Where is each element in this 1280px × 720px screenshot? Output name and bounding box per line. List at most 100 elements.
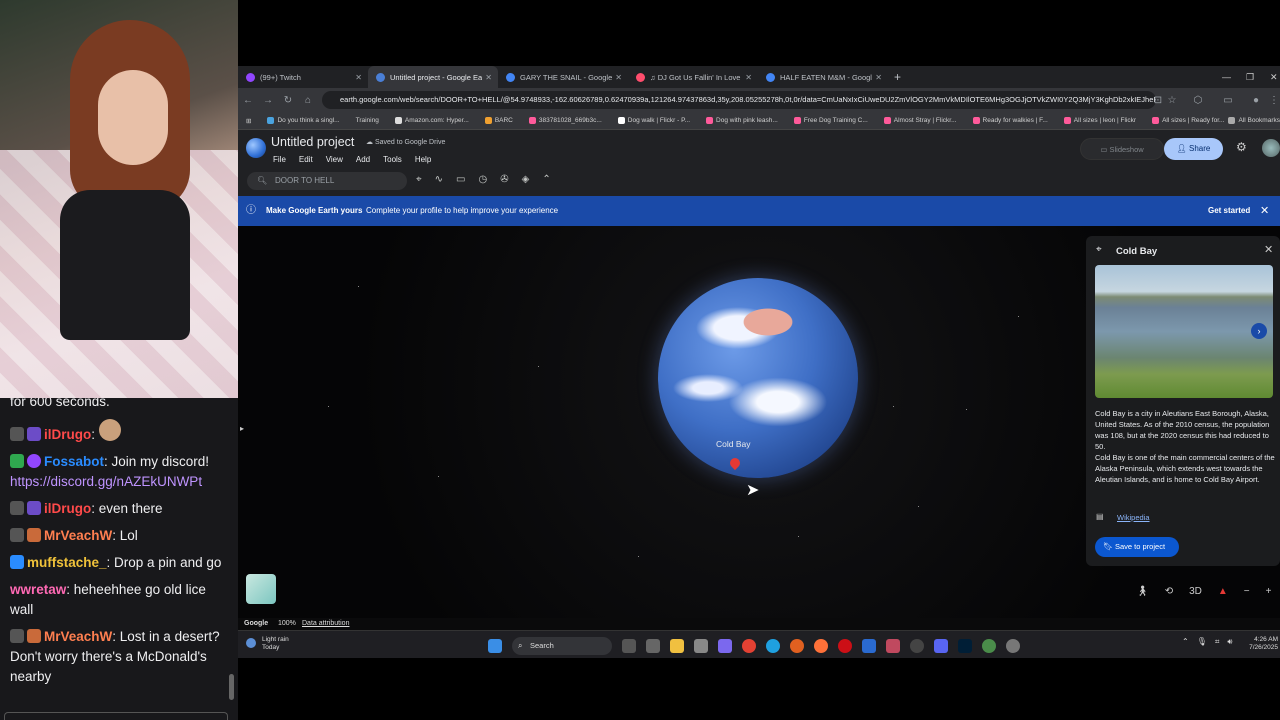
bookmark-item[interactable]: Free Dog Training C... (793, 117, 868, 124)
firefox-icon[interactable] (814, 639, 828, 653)
map-viewport[interactable]: ▸ Cold Bay ➤ ⌖ Cold Bay ✕ › Cold Bay is … (238, 226, 1280, 618)
taskbar-search[interactable]: ⌕ Search (512, 637, 612, 655)
close-icon[interactable]: ✕ (355, 73, 362, 82)
chat-username[interactable]: muffstache_ (27, 555, 107, 570)
menu-tools[interactable]: Tools (383, 155, 402, 164)
chat-username[interactable]: Fossabot (44, 454, 104, 469)
view-mode-toggle[interactable]: 3D (1189, 586, 1202, 597)
menu-help[interactable]: Help (415, 155, 431, 164)
tab-mm-search[interactable]: HALF EATEN M&M - Google Search✕ (758, 66, 888, 88)
edge-icon[interactable] (766, 639, 780, 653)
layers-icon[interactable]: ◈ (522, 174, 530, 185)
slideshow-button[interactable]: ▭ Slideshow (1080, 138, 1164, 160)
maximize-icon[interactable]: ❐ (1246, 66, 1254, 88)
compass-icon[interactable]: ▲ (1218, 586, 1228, 597)
bookmark-item[interactable]: Do you think a singl... (267, 117, 340, 124)
bookmark-item[interactable]: Amazon.com: Hyper... (394, 117, 469, 124)
close-icon[interactable]: ✕ (485, 73, 492, 82)
placemark-icon[interactable]: ⌖ (416, 174, 422, 185)
voyager-icon[interactable]: ✇ (500, 174, 508, 185)
app-r-icon[interactable] (862, 639, 876, 653)
tab-gary-search[interactable]: GARY THE SNAIL - Google Search✕ (498, 66, 628, 88)
close-icon[interactable]: ✕ (875, 73, 882, 82)
network-icon[interactable]: ⌗ (1215, 637, 1220, 647)
close-icon[interactable]: ✕ (1264, 243, 1273, 256)
bookmark-item[interactable]: All sizes | leon | Flickr (1063, 117, 1136, 124)
address-bar[interactable]: earth.google.com/web/search/DOOR+TO+HELL… (322, 91, 1156, 109)
save-to-project-button[interactable]: 🔖︎ Save to project (1095, 537, 1179, 557)
sidebar-icon[interactable]: ▭ (1218, 95, 1238, 106)
home-icon[interactable]: ⌂ (298, 95, 318, 106)
widgets-icon[interactable] (646, 639, 660, 653)
chat-scrollbar[interactable] (229, 674, 234, 700)
zoom-in-icon[interactable]: + (1266, 586, 1272, 597)
discord-link[interactable]: https://discord.gg/nAZEkUNWPt (10, 474, 202, 489)
orbit-icon[interactable]: ⟲ (1165, 586, 1173, 597)
clock[interactable]: 4:26 AM 7/26/2025 (1246, 636, 1278, 652)
chat-input[interactable] (4, 712, 228, 720)
get-started-button[interactable]: Get started (1208, 196, 1250, 226)
close-icon[interactable]: ✕ (745, 73, 752, 82)
close-icon[interactable]: ✕ (615, 73, 622, 82)
reload-icon[interactable]: ↻ (278, 95, 298, 106)
bookmark-item[interactable]: 383781028_669b3c... (528, 117, 602, 124)
chat-username[interactable]: ilDrugo (44, 427, 91, 442)
draw-path-icon[interactable]: ∿ (435, 174, 443, 185)
task-view-icon[interactable] (622, 639, 636, 653)
streamlabs-icon[interactable] (886, 639, 900, 653)
history-icon[interactable]: ◷ (478, 174, 487, 185)
earth-globe[interactable] (658, 278, 858, 478)
back-icon[interactable]: ← (238, 95, 258, 106)
wikipedia-link[interactable]: Wikipedia (1117, 513, 1150, 522)
chevron-up-icon[interactable]: ⌃ (1182, 637, 1189, 647)
profile-icon[interactable]: ● (1246, 95, 1266, 106)
close-icon[interactable]: ✕ (1260, 196, 1269, 226)
store-icon[interactable] (694, 639, 708, 653)
discord-icon[interactable] (934, 639, 948, 653)
close-window-icon[interactable]: ✕ (1270, 66, 1278, 88)
search-input[interactable]: 🔍︎ DOOR TO HELL (247, 172, 407, 190)
windows-start-icon[interactable] (488, 639, 502, 653)
chevron-right-icon[interactable]: › (1251, 323, 1267, 339)
measure-icon[interactable]: ▭ (456, 174, 465, 185)
chat-username[interactable]: MrVeachW (44, 629, 112, 644)
extensions-grid-icon[interactable]: ⊞ (246, 117, 251, 125)
chat-username[interactable]: ilDrugo (44, 501, 91, 516)
collapse-icon[interactable]: ⌃ (542, 174, 550, 185)
menu-add[interactable]: Add (356, 155, 370, 164)
avatar[interactable] (1262, 139, 1280, 157)
brave-icon[interactable] (790, 639, 804, 653)
forward-icon[interactable]: → (258, 95, 278, 106)
all-bookmarks[interactable]: All Bookmarks (1228, 117, 1280, 124)
map-place-label[interactable]: Cold Bay (716, 439, 751, 449)
tab-dj-song[interactable]: ♫ DJ Got Us Fallin' In Love | Us✕ (628, 66, 758, 88)
share-button[interactable]: 👤︎ Share (1164, 138, 1223, 160)
chrome-icon[interactable] (742, 639, 756, 653)
menu-view[interactable]: View (326, 155, 343, 164)
tab-twitch[interactable]: (99+) Twitch ✕ (238, 66, 368, 88)
bookmark-item[interactable]: Dog with pink leash... (706, 117, 778, 124)
place-photo[interactable]: › (1095, 265, 1273, 398)
obs-icon[interactable] (910, 639, 924, 653)
photoshop-icon[interactable] (958, 639, 972, 653)
bookmark-item[interactable]: Dog walk | Flickr - P... (617, 117, 690, 124)
minimize-icon[interactable]: — (1222, 66, 1231, 88)
project-title[interactable]: Untitled project (271, 135, 354, 149)
copilot-icon[interactable] (718, 639, 732, 653)
google-earth-logo-icon[interactable] (246, 138, 266, 158)
extensions-icon[interactable]: ⬡ (1188, 95, 1208, 106)
gear-icon[interactable]: ⚙ (1236, 140, 1247, 154)
bookmark-item[interactable]: Ready for walkies | F... (972, 117, 1048, 124)
microphone-icon[interactable]: 🎙︎ (1197, 637, 1207, 647)
new-tab-button[interactable]: + (894, 70, 901, 84)
bookmark-item[interactable]: Almost Stray | Flickr... (883, 117, 957, 124)
bookmark-item[interactable]: Training (356, 117, 379, 124)
opera-icon[interactable] (838, 639, 852, 653)
settings-icon[interactable] (1006, 639, 1020, 653)
file-explorer-icon[interactable] (670, 639, 684, 653)
menu-edit[interactable]: Edit (299, 155, 313, 164)
chat-username[interactable]: wwretaw (10, 582, 66, 597)
bookmark-item[interactable]: All sizes | Ready for... (1152, 117, 1224, 124)
zoom-out-icon[interactable]: − (1244, 586, 1250, 597)
chrome-alt-icon[interactable] (982, 639, 996, 653)
